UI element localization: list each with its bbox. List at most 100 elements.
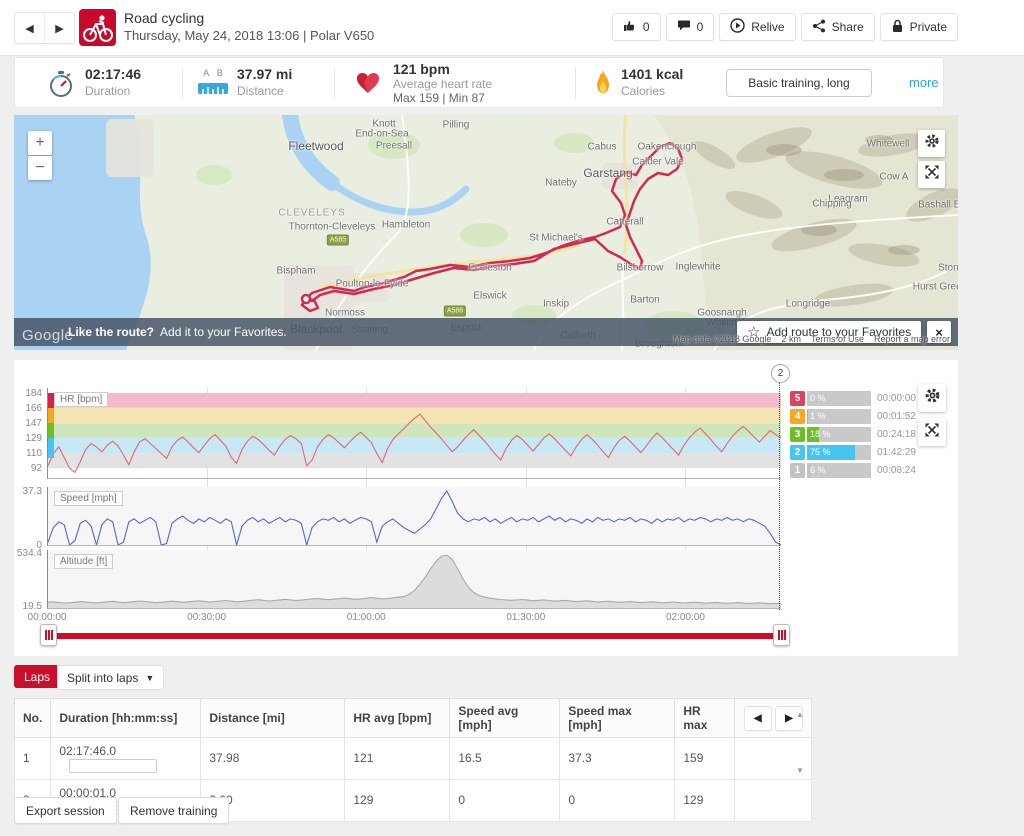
- laps-header-row: No. Duration [hh:mm:ss] Distance [mi] HR…: [15, 699, 812, 738]
- map-place-label: Bashall Ea: [918, 200, 958, 211]
- page-title: Road cycling: [124, 10, 204, 26]
- map-place-label: Bilsborrow: [617, 263, 664, 274]
- share-button[interactable]: Share: [801, 13, 875, 41]
- calories-value: 1401 kcal: [621, 66, 683, 82]
- zone-percent: 6 %: [810, 465, 826, 475]
- hr-chart[interactable]: [47, 388, 781, 479]
- header-actions: 0 0 Relive Share Private: [612, 13, 958, 41]
- distance-label: Distance: [237, 84, 284, 98]
- time-range-slider-track[interactable]: [47, 633, 780, 639]
- comment-icon: [677, 19, 691, 35]
- slider-handle-left[interactable]: [40, 624, 57, 646]
- altitude-chart-label: Altitude [ft]: [54, 554, 113, 569]
- private-label: Private: [910, 20, 947, 34]
- map-attribution: Map data ©2018 Google2 kmTerms of UseRep…: [673, 334, 950, 344]
- altitude-chart[interactable]: [47, 550, 781, 609]
- expand-icon: [924, 422, 940, 443]
- lap-duration-bar: [69, 759, 157, 773]
- chart-fullscreen-button[interactable]: [918, 418, 946, 446]
- private-button[interactable]: Private: [880, 13, 958, 41]
- x-axis-tick-label: 01:00:00: [347, 612, 386, 623]
- relive-button[interactable]: Relive: [719, 13, 795, 41]
- x-axis-ticks: 00:00:0000:30:0001:00:0001:30:0002:00:00: [47, 612, 780, 626]
- road-badge: A586: [444, 306, 466, 317]
- comment-button[interactable]: 0: [666, 13, 715, 41]
- hr-zone-row: 318 %00:24:18: [790, 426, 916, 442]
- polar-flow-training-page: ◀ ▶ Road cycling Thursday, May 24, 2018 …: [0, 0, 1024, 836]
- speed-chart[interactable]: [47, 487, 781, 546]
- hr-value: 121 bpm: [393, 61, 450, 77]
- lap-speed-max: 0: [560, 779, 675, 821]
- laps-tab[interactable]: Laps: [14, 665, 60, 688]
- share-label: Share: [832, 20, 864, 34]
- scroll-up-icon[interactable]: ▲: [796, 710, 804, 719]
- map-place-label: Chipping: [812, 199, 851, 210]
- session-nav: ◀ ▶: [14, 12, 75, 44]
- map-place-label: Whitewell: [867, 139, 910, 150]
- map-place-label: St Michael's: [529, 233, 583, 244]
- lap-hr-max: 129: [675, 779, 735, 821]
- route-map[interactable]: FleetwoodKnottEnd-on-SeaPreesallPillingC…: [14, 115, 958, 350]
- zone-bar: 0 %: [807, 391, 871, 406]
- map-place-label: Longridge: [786, 299, 830, 310]
- like-button[interactable]: 0: [612, 13, 661, 41]
- remove-training-button[interactable]: Remove training: [118, 797, 229, 824]
- lap-row[interactable]: 1 02:17:46.0 37.98 121 16.5 37.3 159: [15, 738, 812, 780]
- next-session-button[interactable]: ▶: [45, 13, 74, 43]
- axis-tick-label: 166: [25, 403, 42, 414]
- x-axis-tick-label: 02:00:00: [666, 612, 705, 623]
- lap-marker-2: 2: [771, 364, 790, 383]
- gear-icon: [924, 387, 941, 409]
- x-axis-tick-label: 00:30:00: [187, 612, 226, 623]
- hr-axis-ticks: 18416614712911092: [14, 388, 44, 478]
- col-duration: Duration [hh:mm:ss]: [51, 699, 201, 738]
- split-into-laps-button[interactable]: Split into laps ▼: [57, 665, 164, 690]
- relive-label: Relive: [751, 20, 784, 34]
- favorites-overlay-text: Like the route?Add it to your Favorites.: [68, 325, 287, 339]
- map-fullscreen-button[interactable]: [918, 161, 945, 188]
- table-scrollbar[interactable]: ▲ ▼: [794, 700, 806, 780]
- comment-count: 0: [697, 20, 704, 34]
- prev-session-button[interactable]: ◀: [15, 13, 45, 43]
- map-place-label: Cabus: [588, 142, 617, 153]
- map-place-label: Hambleton: [382, 220, 430, 231]
- lap-hr-avg: 129: [345, 779, 450, 821]
- map-place-label: CLEVELEYS: [278, 208, 345, 219]
- altitude-axis-ticks: 534.419.5: [14, 550, 44, 608]
- map-place-label: Stonyhurst: [938, 263, 958, 274]
- map-place-label: Catterall: [606, 217, 643, 228]
- more-link[interactable]: more: [909, 75, 939, 90]
- stopwatch-icon: [48, 70, 74, 103]
- hr-zone-row: 16 %00:08:24: [790, 462, 916, 478]
- chart-settings-button[interactable]: [918, 384, 946, 412]
- ruler-icon: [198, 81, 228, 99]
- zone-time: 01:42:29: [877, 447, 916, 458]
- hr-minmax: Max 159 | Min 87: [393, 91, 485, 105]
- x-axis-tick-label: 01:30:00: [506, 612, 545, 623]
- share-icon: [812, 19, 826, 36]
- scroll-down-icon[interactable]: ▼: [796, 766, 804, 775]
- sport-profile-button[interactable]: Basic training, long: [726, 69, 872, 97]
- slider-handle-right[interactable]: [773, 624, 790, 646]
- hr-chart-label: HR [bpm]: [54, 392, 108, 407]
- summary-stats-bar: 02:17:46 Duration A B 37.97 mi Distance …: [14, 57, 944, 108]
- zone-percent: 18 %: [810, 429, 831, 439]
- zone-bar: 1 %: [807, 409, 871, 424]
- export-session-button[interactable]: Export session: [14, 797, 117, 824]
- lap-speed-max: 37.3: [560, 738, 675, 780]
- axis-tick-label: 19.5: [23, 601, 42, 612]
- zone-bar: 6 %: [807, 463, 871, 478]
- map-zoom-in-button[interactable]: +: [28, 131, 52, 155]
- axis-tick-label: 184: [25, 388, 42, 399]
- road-badge: A585: [327, 235, 349, 246]
- thumbs-up-icon: [623, 19, 637, 36]
- map-zoom-out-button[interactable]: −: [28, 156, 52, 180]
- axis-tick-label: 534.4: [17, 548, 42, 559]
- table-prev-button[interactable]: ◀: [744, 706, 772, 731]
- zone-bar: 18 %: [807, 427, 871, 442]
- lap-speed-avg: 16.5: [450, 738, 560, 780]
- map-place-label: Barton: [630, 295, 659, 306]
- map-settings-button[interactable]: [918, 130, 945, 157]
- lap-distance: 37.98: [201, 738, 345, 780]
- zone-time: 00:01:52: [877, 411, 916, 422]
